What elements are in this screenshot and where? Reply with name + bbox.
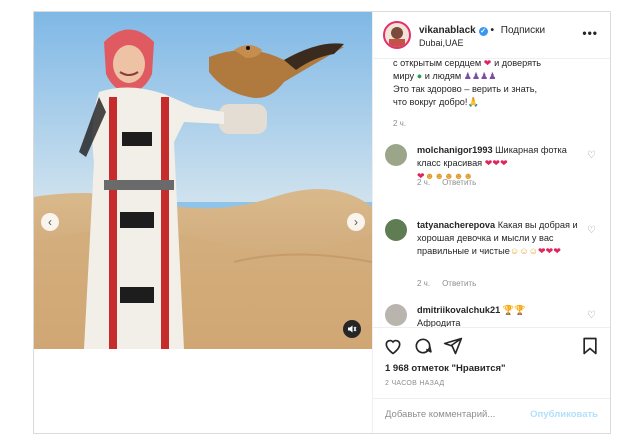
caption-line-2b: и людям (424, 71, 462, 81)
pray-emoji: 🙏 (467, 97, 479, 107)
hearts-emoji: ❤❤❤ (537, 246, 562, 256)
media-bottom-blank (34, 349, 372, 433)
comment-text-block: tatyanacherepova Какая вы добрая и хорош… (417, 219, 587, 258)
photo-illustration (34, 12, 372, 349)
heart-emoji: ❤ (483, 59, 492, 68)
trophy-emoji: 🏆🏆 (502, 305, 526, 315)
hearts-emoji: ❤❤❤ (484, 158, 508, 168)
globe-emoji: ● (416, 71, 423, 81)
people-emoji: ♟♟♟♟ (463, 71, 497, 81)
comment-item: tatyanacherepova Какая вы добрая и хорош… (385, 219, 600, 288)
verified-icon: ✓ (478, 27, 488, 36)
caption-line-1b: и доверять (494, 59, 542, 68)
posted-time[interactable]: 2 ЧАСОВ НАЗАД (385, 380, 444, 387)
comment-meta: 2 ч. Ответить (417, 279, 488, 288)
comment-meta: 2 ч. Ответить (417, 178, 488, 187)
comment-username[interactable]: tatyanacherepova (417, 220, 495, 230)
caption-line-2: миру (393, 71, 415, 81)
comment-bubble-icon[interactable] (413, 336, 433, 356)
comments-list: с открытым сердцем ❤ и доверять миру ● и… (373, 59, 610, 327)
comment-text-block: dmitriikovalchuk21 🏆🏆 Афродита (417, 304, 587, 327)
caption-line-3: Это так здорово – верить и знать, (393, 84, 538, 94)
avatar[interactable] (383, 21, 411, 49)
share-icon[interactable] (443, 336, 463, 356)
comment-time[interactable]: 2 ч. (417, 178, 430, 187)
bookmark-icon[interactable] (580, 336, 600, 356)
reply-button[interactable]: Ответить (442, 279, 476, 288)
commenter-avatar[interactable] (385, 219, 407, 241)
location[interactable]: Dubai,UAE (419, 38, 464, 48)
commenter-avatar[interactable] (385, 304, 407, 326)
like-comment-icon[interactable]: ♡ (587, 150, 596, 161)
add-comment-bar: Добавьте комментарий... Опубликовать (373, 398, 610, 434)
caption-time[interactable]: 2 ч. (393, 117, 593, 130)
like-heart-icon[interactable] (383, 336, 403, 356)
post-header: vikanablack ✓ • Подписки Dubai,UAE ••• (373, 12, 610, 59)
like-comment-icon[interactable]: ♡ (587, 310, 596, 321)
commenter-avatar[interactable] (385, 144, 407, 166)
action-bar: 1 968 отметок "Нравится" 2 ЧАСОВ НАЗАД (373, 327, 610, 408)
reply-button[interactable]: Ответить (442, 178, 476, 187)
likes-count[interactable]: 1 968 отметок "Нравится" (385, 363, 506, 374)
comment-username[interactable]: dmitriikovalchuk21 (417, 305, 500, 315)
more-options-icon[interactable]: ••• (582, 26, 598, 40)
post-photo[interactable] (34, 12, 372, 349)
emoji-row: ☺☺☺ (509, 246, 538, 256)
caption-line-4: что вокруг добро! (393, 97, 468, 107)
mute-icon[interactable] (343, 320, 361, 338)
caption-line-1: с открытым сердцем (393, 59, 482, 68)
caption: с открытым сердцем ❤ и доверять миру ● и… (393, 59, 593, 130)
comment-text: Афродита (417, 318, 461, 327)
like-comment-icon[interactable]: ♡ (587, 225, 596, 236)
comment-item: molchanigor1993 Шикарная фотка класс кра… (385, 144, 600, 199)
previous-arrow-icon[interactable]: ‹ (41, 213, 59, 231)
next-arrow-icon[interactable]: › (347, 213, 365, 231)
comment-input[interactable]: Добавьте комментарий... (385, 409, 495, 420)
comment-time[interactable]: 2 ч. (417, 279, 430, 288)
comment-item: dmitriikovalchuk21 🏆🏆 Афродита ♡ (385, 304, 600, 327)
follow-status[interactable]: Подписки (501, 25, 545, 36)
username[interactable]: vikanablack (419, 25, 476, 36)
comment-username[interactable]: molchanigor1993 (417, 145, 493, 155)
publish-button[interactable]: Опубликовать (530, 409, 598, 420)
